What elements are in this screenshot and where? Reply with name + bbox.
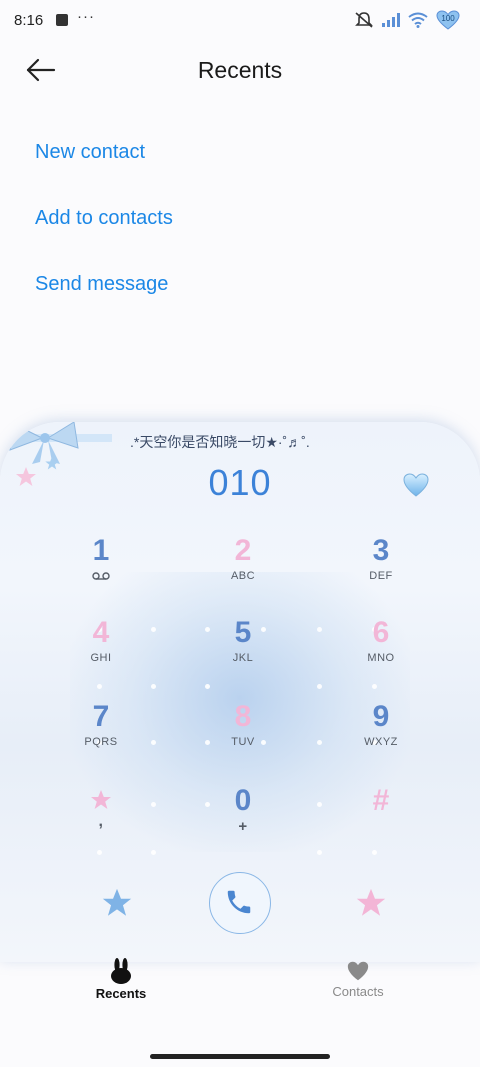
key-2[interactable]: 2 ABC — [188, 534, 298, 604]
bunny-icon — [111, 958, 131, 984]
status-icons: 100 — [354, 10, 460, 30]
call-button[interactable] — [209, 872, 271, 934]
key-digit: 9 — [372, 700, 390, 733]
more-notifications-icon: ··· — [77, 8, 95, 25]
key-digit: 1 — [92, 534, 110, 567]
key-letters: GHI — [90, 652, 112, 664]
voicemail-icon — [92, 572, 110, 580]
favorite-heart-button[interactable] — [402, 472, 430, 498]
key-letters: MNO — [367, 652, 395, 664]
key-digit: 7 — [92, 700, 110, 733]
key-letters: , — [98, 813, 104, 830]
key-letters: + — [238, 818, 248, 835]
tab-recents[interactable]: Recents — [61, 958, 181, 1001]
decoration-text: .*天空你是否知晓一切★·˚♬˚. — [130, 434, 310, 450]
key-1[interactable]: 1 — [46, 534, 156, 604]
new-contact-link[interactable]: New contact — [35, 141, 145, 164]
mute-icon — [355, 12, 373, 28]
key-letters: ABC — [230, 570, 256, 582]
send-message-link[interactable]: Send message — [35, 273, 168, 296]
key-digit: # — [372, 784, 390, 817]
battery-icon: 100 — [436, 10, 460, 30]
heart-icon — [403, 473, 429, 497]
key-0[interactable]: 0 + — [188, 784, 298, 854]
tab-contacts[interactable]: Contacts — [298, 958, 418, 999]
home-indicator[interactable] — [150, 1054, 330, 1059]
dialer-panel: .*天空你是否知晓一切★·˚♬˚. 010 1 2 ABC 3 DEF 4 GH… — [0, 422, 480, 962]
key-letters: WXYZ — [364, 736, 398, 748]
tab-label: Contacts — [332, 984, 384, 999]
key-hash[interactable]: # — [326, 784, 436, 854]
key-letters: PQRS — [84, 736, 118, 748]
key-5[interactable]: 5 JKL — [188, 616, 298, 686]
key-digit: 6 — [372, 616, 390, 649]
key-digit: 2 — [234, 534, 252, 567]
key-letters: DEF — [369, 570, 393, 582]
key-6[interactable]: 6 MNO — [326, 616, 436, 686]
key-digit: 3 — [372, 534, 390, 567]
key-letters: TUV — [231, 736, 255, 748]
signal-icon — [382, 13, 400, 27]
tab-label: Recents — [95, 986, 147, 1001]
key-digit: 4 — [92, 616, 110, 649]
key-9[interactable]: 9 WXYZ — [326, 700, 436, 770]
page-title: Recents — [197, 57, 283, 83]
add-to-contacts-link[interactable]: Add to contacts — [35, 207, 173, 230]
star-icon — [91, 790, 111, 809]
key-digit: 8 — [234, 700, 252, 733]
wifi-icon — [408, 12, 428, 28]
battery-level: 100 — [441, 14, 455, 23]
key-digit: 0 — [234, 784, 252, 817]
status-bar: 8:16 ··· 100 — [0, 0, 480, 44]
key-7[interactable]: 7 PQRS — [46, 700, 156, 770]
heart-icon — [347, 961, 369, 981]
key-3[interactable]: 3 DEF — [326, 534, 436, 604]
key-8[interactable]: 8 TUV — [188, 700, 298, 770]
blue-star-button[interactable] — [100, 887, 134, 921]
star-icon — [102, 888, 132, 916]
key-letters: JKL — [232, 652, 254, 664]
key-digit: 5 — [234, 616, 252, 649]
notification-icon — [56, 14, 68, 26]
phone-icon — [227, 890, 251, 914]
status-time: 8:16 — [14, 12, 44, 29]
key-star[interactable]: , — [46, 784, 156, 854]
key-4[interactable]: 4 GHI — [46, 616, 156, 686]
pink-star-button[interactable] — [354, 887, 388, 921]
star-icon — [356, 888, 386, 916]
